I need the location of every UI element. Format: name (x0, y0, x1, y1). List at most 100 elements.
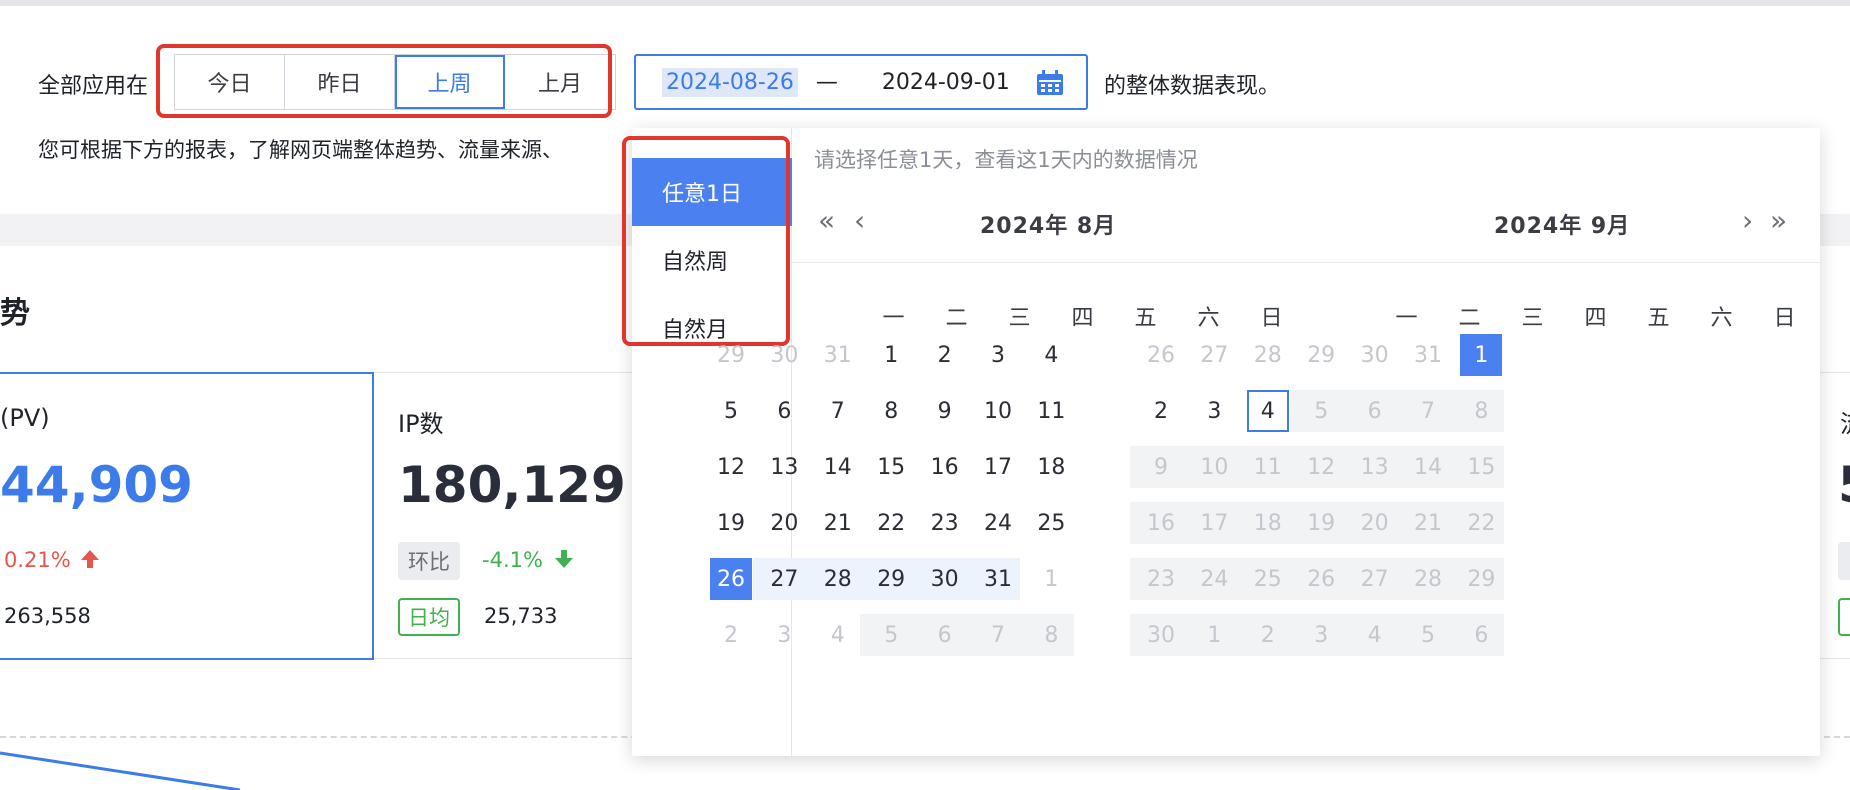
calendar-day[interactable]: 7 (1407, 390, 1449, 432)
date-end-field[interactable]: 2024-09-01 (882, 70, 1010, 95)
calendar-day[interactable]: 19 (710, 502, 752, 544)
calendar-day[interactable]: 9 (924, 390, 966, 432)
calendar-day[interactable]: 8 (870, 390, 912, 432)
calendar-day[interactable]: 5 (710, 390, 752, 432)
calendar-day[interactable]: 4 (1246, 390, 1289, 432)
ip-value: 180,129 (398, 456, 626, 514)
calendar-day[interactable]: 31 (817, 334, 859, 376)
calendar-day[interactable]: 5 (870, 614, 912, 656)
calendar-day[interactable]: 10 (977, 390, 1019, 432)
calendar-day[interactable]: 7 (977, 614, 1019, 656)
calendar-day[interactable]: 30 (1354, 334, 1396, 376)
ip-change: -4.1% (482, 548, 543, 572)
calendar-day[interactable]: 31 (1407, 334, 1449, 376)
right-month-title[interactable]: 2024年 9月 (1494, 208, 1630, 240)
calendar-day[interactable]: 28 (817, 558, 859, 600)
calendar-day[interactable]: 7 (817, 390, 859, 432)
calendar-day[interactable]: 24 (1193, 558, 1235, 600)
calendar-day[interactable]: 16 (924, 446, 966, 488)
calendar-day[interactable]: 27 (763, 558, 805, 600)
calendar-day[interactable]: 6 (1354, 390, 1396, 432)
calendar-day[interactable]: 21 (1407, 502, 1449, 544)
calendar-day[interactable]: 1 (1030, 558, 1072, 600)
calendar-day[interactable]: 17 (1193, 502, 1235, 544)
calendar-day[interactable]: 1 (1460, 334, 1503, 376)
calendar-day[interactable]: 2 (710, 614, 752, 656)
next-month-icon[interactable]: › (1742, 204, 1753, 237)
calendar-day[interactable]: 31 (977, 558, 1019, 600)
calendar-day[interactable]: 26 (710, 558, 752, 600)
calendar-icon[interactable] (1036, 70, 1064, 96)
ip-daily-badge: 日均 (398, 598, 460, 636)
calendar-day[interactable]: 29 (710, 334, 752, 376)
calendar-day[interactable]: 27 (1354, 558, 1396, 600)
calendar-day[interactable]: 29 (1300, 334, 1342, 376)
calendar-day[interactable]: 16 (1140, 502, 1182, 544)
calendar-day[interactable]: 4 (817, 614, 859, 656)
calendar-day[interactable]: 30 (763, 334, 805, 376)
calendar-day[interactable]: 30 (1140, 614, 1182, 656)
calendar-day[interactable]: 11 (1030, 390, 1072, 432)
calendar-day[interactable]: 14 (1407, 446, 1449, 488)
calendar-day[interactable]: 3 (1300, 614, 1342, 656)
prev-year-icon[interactable]: « (818, 204, 835, 237)
calendar-day[interactable]: 3 (977, 334, 1019, 376)
calendar-day[interactable]: 3 (1193, 390, 1235, 432)
calendar-day[interactable]: 12 (1300, 446, 1342, 488)
calendar-day[interactable]: 2 (1140, 390, 1182, 432)
calendar-day[interactable]: 24 (977, 502, 1019, 544)
ip-daily: 25,733 (484, 604, 558, 628)
calendar-day[interactable]: 3 (763, 614, 805, 656)
calendar-day[interactable]: 19 (1300, 502, 1342, 544)
calendar-day[interactable]: 22 (870, 502, 912, 544)
calendar-day[interactable]: 20 (1354, 502, 1396, 544)
calendar-day[interactable]: 23 (1140, 558, 1182, 600)
date-range-input[interactable]: 2024-08-26 — 2024-09-01 (634, 54, 1088, 110)
calendar-day[interactable]: 18 (1030, 446, 1072, 488)
calendar-day[interactable]: 25 (1030, 502, 1072, 544)
calendar-day[interactable]: 13 (763, 446, 805, 488)
calendar-day[interactable]: 21 (817, 502, 859, 544)
calendar-day[interactable]: 12 (710, 446, 752, 488)
calendar-day[interactable]: 29 (1460, 558, 1502, 600)
left-month-title[interactable]: 2024年 8月 (980, 208, 1116, 240)
calendar-day[interactable]: 6 (1460, 614, 1502, 656)
calendar-day[interactable]: 15 (1460, 446, 1502, 488)
calendar-day[interactable]: 28 (1407, 558, 1449, 600)
date-start-field[interactable]: 2024-08-26 (662, 67, 798, 97)
calendar-day[interactable]: 29 (870, 558, 912, 600)
calendar-day[interactable]: 9 (1140, 446, 1182, 488)
calendar-day[interactable]: 22 (1460, 502, 1502, 544)
calendar-day[interactable]: 4 (1030, 334, 1072, 376)
calendar-day[interactable]: 30 (924, 558, 966, 600)
calendar-day[interactable]: 23 (924, 502, 966, 544)
calendar-day[interactable]: 2 (924, 334, 966, 376)
calendar-day[interactable]: 6 (924, 614, 966, 656)
prev-month-icon[interactable]: ‹ (854, 204, 865, 237)
calendar-day[interactable]: 1 (1193, 614, 1235, 656)
next-year-icon[interactable]: » (1770, 204, 1787, 237)
calendar-day[interactable]: 20 (763, 502, 805, 544)
calendar-day[interactable]: 5 (1300, 390, 1342, 432)
calendar-day[interactable]: 4 (1354, 614, 1396, 656)
calendar-day[interactable]: 5 (1407, 614, 1449, 656)
arrow-up-icon (81, 550, 99, 568)
calendar-day[interactable]: 13 (1354, 446, 1396, 488)
calendar-day[interactable]: 8 (1460, 390, 1502, 432)
calendar-day[interactable]: 18 (1247, 502, 1289, 544)
calendar-day[interactable]: 2 (1247, 614, 1289, 656)
calendar-day[interactable]: 25 (1247, 558, 1289, 600)
calendar-day[interactable]: 1 (870, 334, 912, 376)
calendar-day[interactable]: 14 (817, 446, 859, 488)
calendar-day[interactable]: 6 (763, 390, 805, 432)
calendar-day[interactable]: 10 (1193, 446, 1235, 488)
calendar-day[interactable]: 26 (1300, 558, 1342, 600)
calendar-day[interactable]: 11 (1247, 446, 1289, 488)
calendar-day[interactable]: 15 (870, 446, 912, 488)
weekday-label: 六 (1710, 306, 1733, 331)
calendar-day[interactable]: 28 (1247, 334, 1289, 376)
calendar-day[interactable]: 17 (977, 446, 1019, 488)
calendar-day[interactable]: 26 (1140, 334, 1182, 376)
calendar-day[interactable]: 27 (1193, 334, 1235, 376)
calendar-day[interactable]: 8 (1030, 614, 1072, 656)
